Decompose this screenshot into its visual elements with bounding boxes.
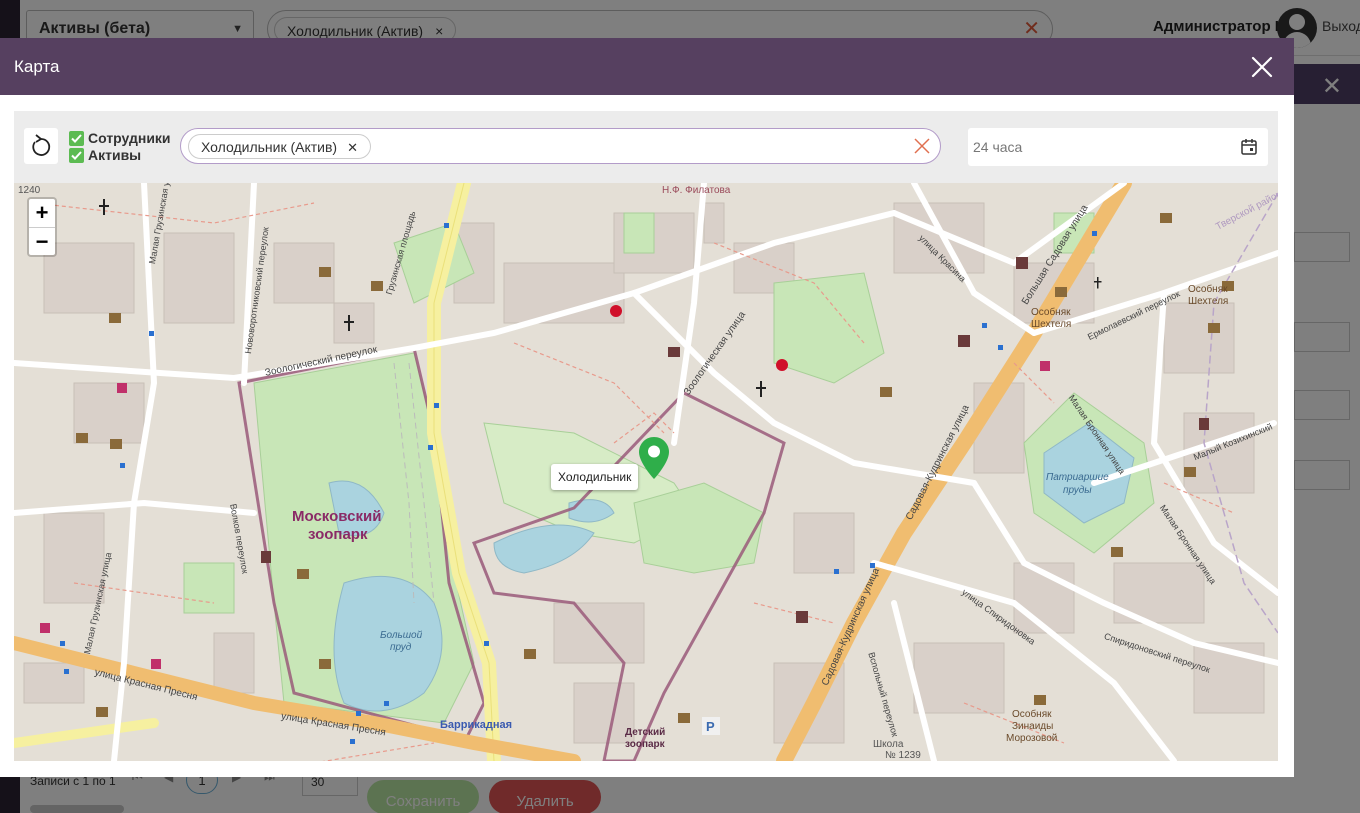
map-label-kids-zoo: Детский: [625, 727, 666, 738]
map-view[interactable]: Московский зоопарк Большой пруд Патриарш…: [14, 183, 1278, 761]
checkbox-checked-icon[interactable]: [69, 147, 84, 163]
checkbox-checked-icon[interactable]: [69, 130, 84, 146]
map-label-morozova: Особняк: [1012, 709, 1052, 720]
map-label-morozova: Морозовой: [1006, 733, 1058, 744]
clear-filter-icon[interactable]: [914, 138, 930, 154]
map-label-zoo: Московский: [292, 508, 382, 525]
map-pin-icon[interactable]: [638, 436, 670, 480]
map-label-pond: Большой: [380, 630, 423, 641]
date-range-picker[interactable]: 24 часа: [968, 128, 1268, 166]
map-toolbar: Сотрудники Активы Холодильник (Актив) ✕ 2…: [14, 111, 1278, 183]
map-label-zoo: зоопарк: [308, 526, 368, 543]
remove-chip-icon[interactable]: ✕: [347, 140, 358, 155]
checkbox-employees[interactable]: Сотрудники: [69, 130, 171, 146]
map-label-filatova: Н.Ф. Филатова: [662, 185, 731, 196]
map-label-pond: пруд: [390, 642, 412, 653]
map-label-kids-zoo: зоопарк: [625, 739, 665, 750]
map-label-school: № 1239: [885, 750, 921, 761]
map-label-patriarch: пруды: [1063, 485, 1092, 496]
calendar-icon[interactable]: [1240, 138, 1258, 156]
map-label-number: 1240: [18, 185, 41, 196]
filter-chip[interactable]: Холодильник (Актив) ✕: [188, 134, 372, 159]
refresh-icon: [32, 134, 51, 156]
map-label-shekhtel: Особняк: [1031, 307, 1071, 318]
marker-tooltip: Холодильник: [551, 464, 639, 490]
checkbox-assets[interactable]: Активы: [69, 147, 141, 163]
modal-title: Карта: [14, 57, 60, 76]
map-label-morozova: Зинаиды: [1012, 721, 1054, 732]
zoom-out-button[interactable]: −: [29, 227, 55, 255]
checkbox-label: Активы: [88, 147, 142, 163]
refresh-button[interactable]: [24, 128, 58, 164]
zoom-control: + −: [27, 197, 57, 257]
zoom-in-button[interactable]: +: [29, 199, 55, 227]
map-modal: Карта Сотрудники Активы Холодильник (Акт…: [0, 38, 1294, 777]
map-label-patriarch: Патриаршие: [1046, 472, 1109, 483]
parking-icon: P: [706, 719, 715, 734]
checkbox-label: Сотрудники: [88, 130, 171, 146]
map-label-shekhtel: Особняк: [1188, 284, 1228, 295]
close-icon[interactable]: [1249, 54, 1275, 80]
map-label-metro: Баррикадная: [440, 719, 513, 731]
map-label-shekhtel: Шехтеля: [1031, 319, 1072, 330]
date-range-value: 24 часа: [973, 139, 1023, 155]
filter-chip-label: Холодильник (Актив): [201, 139, 338, 155]
map-label-shekhtel: Шехтеля: [1188, 296, 1229, 307]
map-label-school: Школа: [873, 739, 904, 750]
modal-header: Карта: [0, 38, 1294, 95]
asset-filter-input[interactable]: Холодильник (Актив) ✕: [180, 128, 941, 164]
